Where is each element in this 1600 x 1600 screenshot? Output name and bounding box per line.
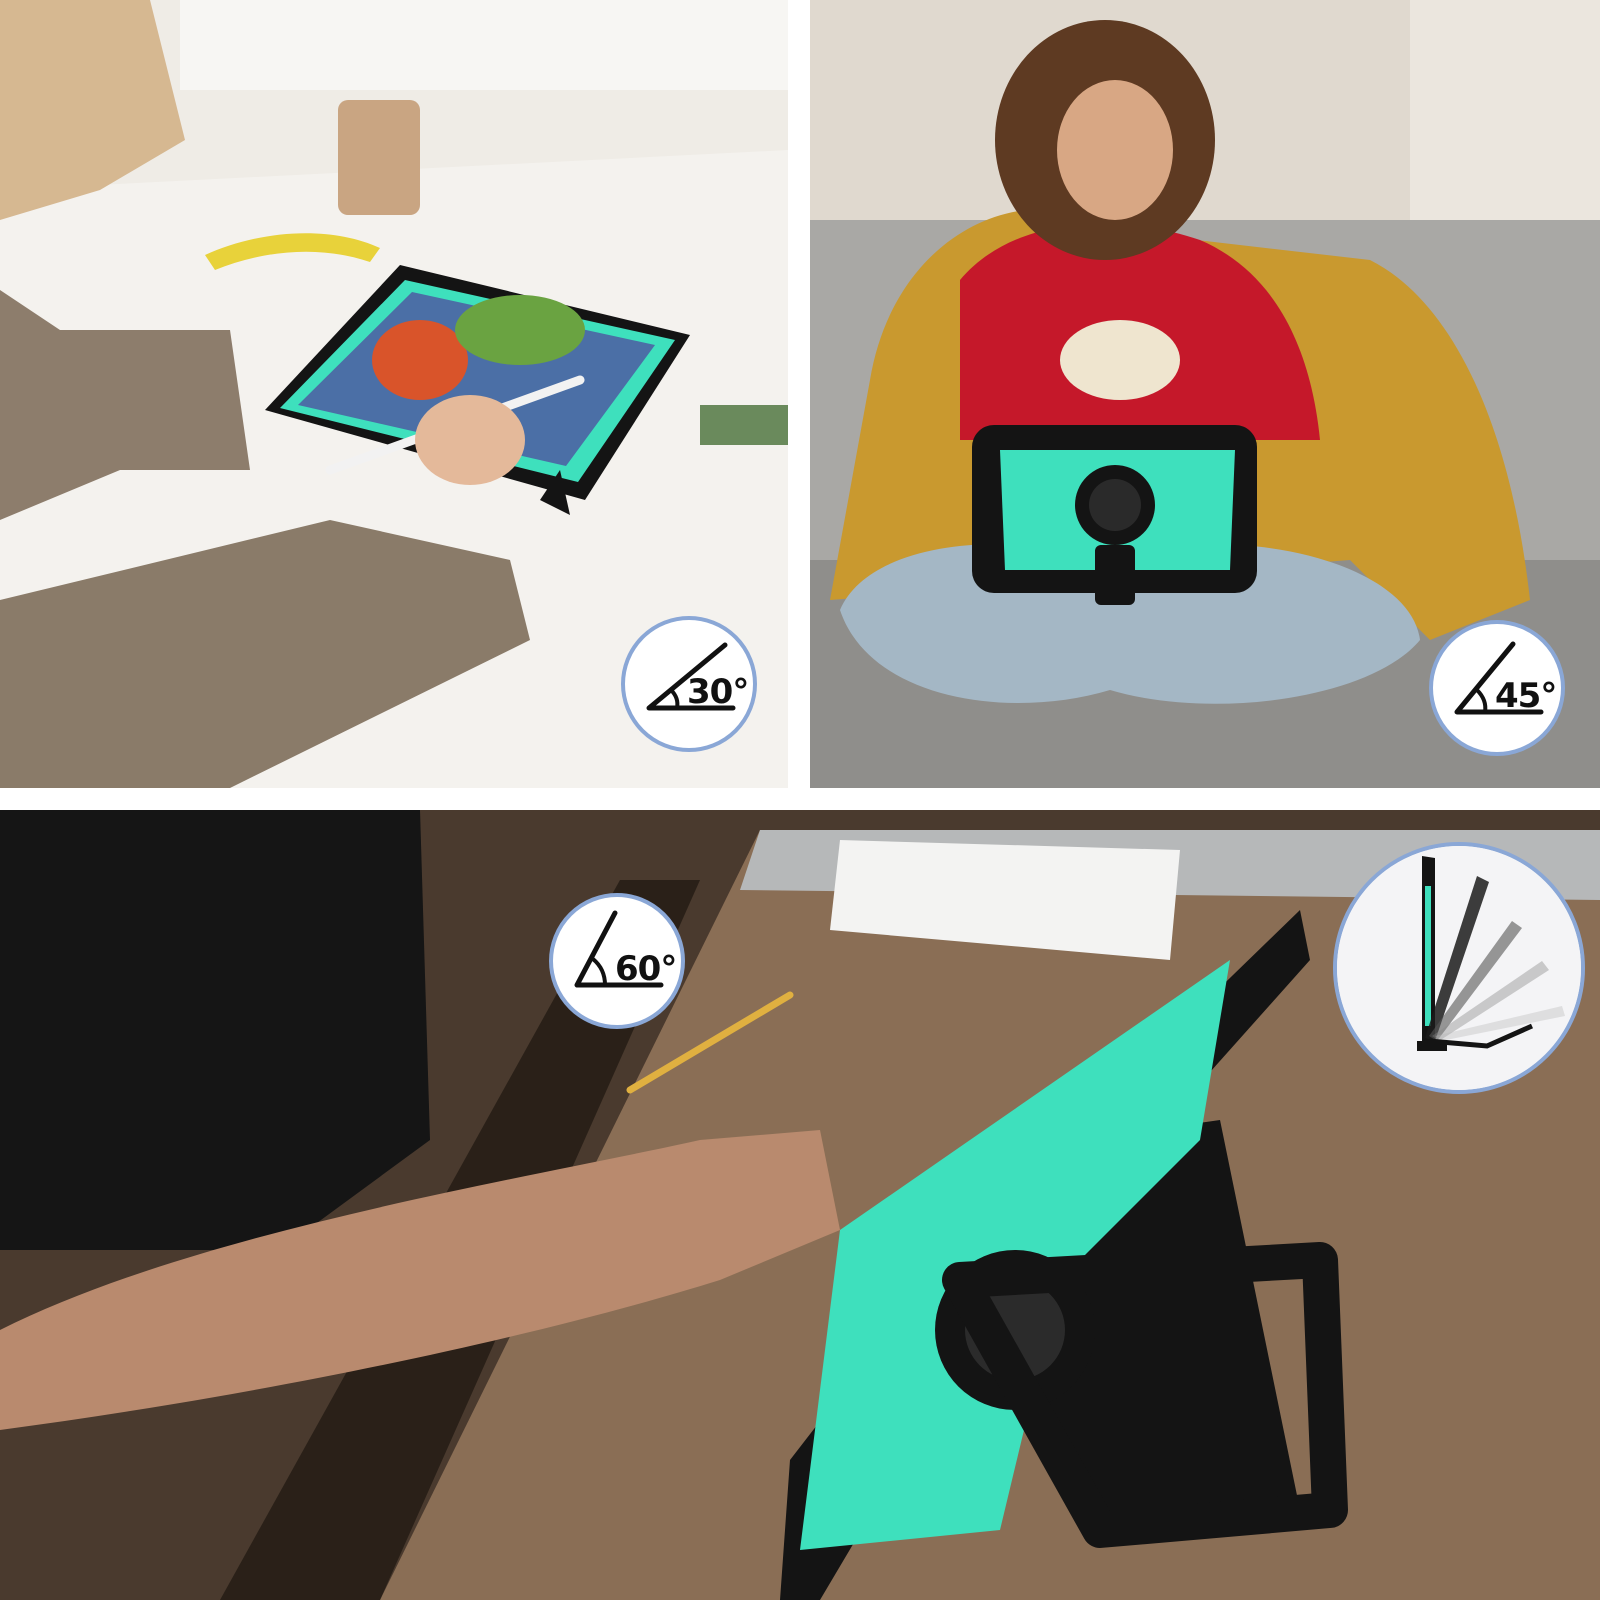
angle-label: 45° (1495, 676, 1557, 716)
kickstand-positions-illustration (1337, 846, 1581, 1090)
angle-label: 30° (687, 672, 749, 712)
angle-label: 60° (615, 949, 677, 989)
angle-badge-45: 45° (1429, 620, 1565, 756)
photo-couch-popcorn: 45° (810, 0, 1600, 788)
photo-drawing-on-tablet: 30° (0, 0, 788, 788)
angle-badge-60: 60° (549, 893, 685, 1029)
kickstand-angles-inset (1333, 842, 1585, 1094)
angle-badge-30: 30° (621, 616, 757, 752)
